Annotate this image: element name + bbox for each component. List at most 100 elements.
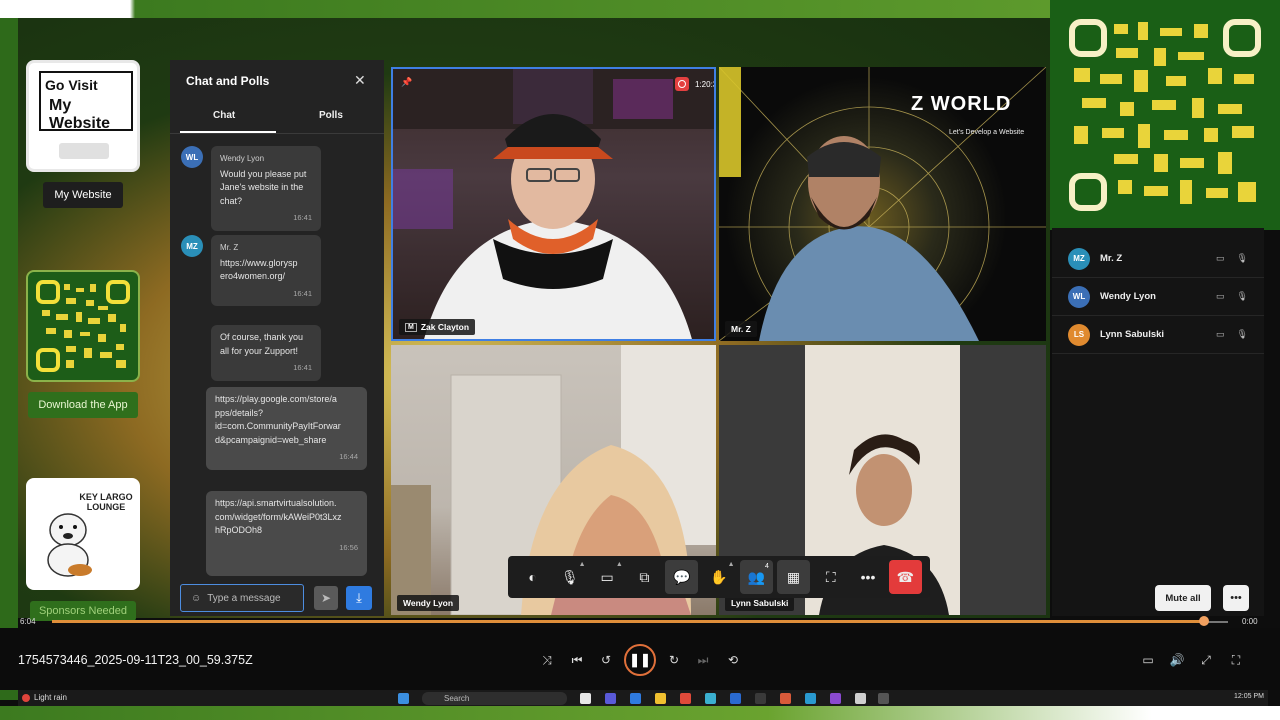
grid-view-button[interactable]: ▦ <box>776 560 811 594</box>
recording-time: 1:20:31 <box>695 79 714 89</box>
more-options-button[interactable]: ••• <box>1223 585 1249 611</box>
app-icon[interactable] <box>805 693 816 704</box>
more-icon: ••• <box>860 569 876 585</box>
app-icon[interactable] <box>855 693 866 704</box>
sponsors-needed-button[interactable]: Sponsors Needed <box>30 601 136 621</box>
background-left <box>0 18 18 700</box>
participant-name: Lynn Sabulski <box>731 598 789 608</box>
miniplayer-button[interactable]: ▭ <box>1138 650 1158 670</box>
close-icon[interactable]: ✕ <box>354 72 366 89</box>
tab-chat[interactable]: Chat <box>213 110 235 121</box>
website-promo-card[interactable]: Go Visit My Website <box>26 60 140 172</box>
repeat-button[interactable]: ⟲ <box>723 650 743 670</box>
camera-icon: ▭ <box>600 568 614 585</box>
download-app-button[interactable]: Download the App <box>28 392 138 418</box>
message-time: 16:41 <box>293 288 312 298</box>
microphone-icon[interactable]: 🎙 <box>1237 329 1248 340</box>
send-button[interactable]: ➤ <box>314 586 338 610</box>
camera-icon[interactable]: ▭ <box>1216 253 1225 264</box>
pause-button[interactable]: ❚❚ <box>624 644 656 676</box>
forward-button[interactable]: ↻ <box>664 650 684 670</box>
zworld-logo: Z WORLD <box>911 93 1012 115</box>
polar-bear-mascot-icon <box>47 513 92 577</box>
download-chat-button[interactable]: ⤓ <box>346 586 372 610</box>
more-options-button[interactable]: ••• <box>851 560 884 594</box>
my-website-button[interactable]: My Website <box>43 182 123 208</box>
zworld-tagline: Let's Develop a Website <box>949 129 1025 136</box>
participants-button[interactable]: 👥 4 <box>739 560 773 594</box>
message-time: 16:56 <box>339 542 358 552</box>
microphone-button[interactable]: 🎙 ▲ <box>553 560 586 594</box>
task-view-icon[interactable] <box>580 693 591 704</box>
chrome-icon[interactable] <box>680 693 691 704</box>
taskbar-search[interactable]: Search <box>422 692 567 705</box>
taskbar <box>18 690 1268 706</box>
next-button[interactable]: ⏭ <box>693 650 713 670</box>
camera-button[interactable]: ▭ ▲ <box>591 560 624 594</box>
message-sender: Wendy Lyon <box>220 154 265 163</box>
app-icon[interactable] <box>878 693 889 704</box>
chevron-up-icon[interactable]: ▲ <box>616 561 623 568</box>
raise-hand-button[interactable]: ✋ ▲ <box>702 560 735 594</box>
app-icon[interactable] <box>755 693 766 704</box>
participant-media-icons: ▭ 🎙 <box>1216 253 1248 264</box>
seek-handle[interactable] <box>1199 616 1210 626</box>
chevron-up-icon[interactable]: ▲ <box>579 561 586 568</box>
microphone-icon[interactable]: 🎙 <box>1237 253 1248 264</box>
avatar: WL <box>1068 285 1090 308</box>
video-tile[interactable]: Z WORLD Let's Develop a Website Mr. Z <box>719 67 1046 341</box>
microphone-icon[interactable]: 🎙 <box>1237 291 1248 302</box>
mute-all-button[interactable]: Mute all <box>1155 585 1211 611</box>
chat-panel: Chat and Polls ✕ Chat Polls WL Wendy Lyo… <box>170 60 384 616</box>
app-icon[interactable] <box>630 693 641 704</box>
message-time: 16:41 <box>293 363 312 372</box>
weather-icon <box>22 693 30 702</box>
shuffle-button[interactable]: ⤨ <box>537 650 557 670</box>
chat-button[interactable]: 💬 <box>665 560 699 594</box>
message-time: 16:44 <box>339 452 358 461</box>
share-screen-button[interactable]: ⧉ <box>628 560 661 594</box>
fullscreen-button[interactable]: ⛶ <box>1226 650 1246 670</box>
previous-button[interactable]: ⏮ <box>567 650 587 670</box>
pin-icon[interactable]: 📌 <box>401 77 412 88</box>
end-call-button[interactable]: ☎ <box>888 560 922 594</box>
participant-row[interactable]: WL Wendy Lyon ▭ 🎙 <box>1052 278 1264 316</box>
participant-row[interactable]: MZ Mr. Z ▭ 🎙 <box>1052 240 1264 278</box>
message-link[interactable]: https://api.smartvirtualsolution. com/wi… <box>215 497 358 538</box>
sponsor-card[interactable]: KEY LARGO LOUNGE <box>26 478 140 590</box>
teams-icon[interactable] <box>605 693 616 704</box>
app-icon[interactable] <box>830 693 841 704</box>
camera-icon[interactable]: ▭ <box>1216 291 1225 302</box>
emoji-icon[interactable]: ☺ <box>191 593 201 604</box>
tab-polls[interactable]: Polls <box>319 110 343 121</box>
volume-button[interactable]: 🔊 <box>1167 650 1187 670</box>
participant-name: Zak Clayton <box>420 322 470 332</box>
chevron-up-icon[interactable]: ▲ <box>728 561 735 568</box>
fullscreen-button[interactable]: ⛶ <box>814 560 847 594</box>
layout-button[interactable]: ◐ <box>516 560 549 594</box>
screen: Go Visit My Website My Website Download … <box>0 0 1280 720</box>
chat-message: Wendy Lyon Would you please put Jane's w… <box>211 146 321 231</box>
message-input-placeholder: Type a message <box>207 592 281 604</box>
message-link[interactable]: https://play.google.com/store/a pps/deta… <box>215 393 358 447</box>
rewind-button[interactable]: ↺ <box>596 650 616 670</box>
start-icon[interactable] <box>398 693 409 704</box>
message-input[interactable]: ☺ Type a message <box>180 584 304 612</box>
participant-row[interactable]: LS Lynn Sabulski ▭ 🎙 <box>1052 316 1264 354</box>
message-link[interactable]: https://www.glorysp ero4women.org/ <box>220 257 312 284</box>
chat-message: Of course, thank you all for your Zuppor… <box>211 325 321 381</box>
seek-bar-progress <box>52 620 1205 623</box>
video-tile[interactable]: 📌 1:20:31 👥 4 M Zak Clayton <box>391 67 716 341</box>
background-bottom <box>0 706 1280 720</box>
download-icon: ⤓ <box>356 590 362 605</box>
edge-icon[interactable] <box>705 693 716 704</box>
expand-button[interactable]: ⤢ <box>1196 650 1216 670</box>
camera-icon[interactable]: ▭ <box>1216 329 1225 340</box>
chat-panel-title: Chat and Polls <box>186 74 270 88</box>
weather-widget[interactable]: Light rain <box>22 693 67 702</box>
file-explorer-icon[interactable] <box>655 693 666 704</box>
app-icon[interactable] <box>730 693 741 704</box>
people-icon: 👥 <box>747 568 765 585</box>
app-icon[interactable] <box>780 693 791 704</box>
total-time: 0:00 <box>1242 617 1258 626</box>
